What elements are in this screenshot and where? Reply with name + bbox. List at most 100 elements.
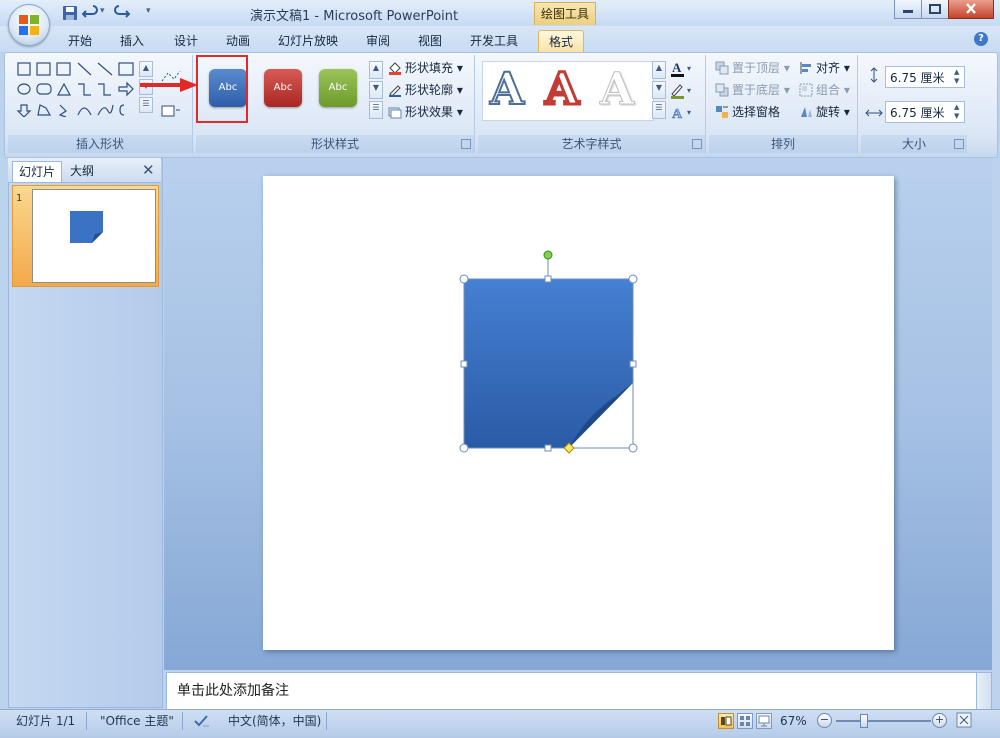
wordart-scroll-up[interactable]: ▲	[652, 61, 666, 79]
shape-styles-launcher-icon[interactable]	[461, 139, 471, 149]
tab-view[interactable]: 视图	[408, 30, 452, 52]
text-fill-icon[interactable]: A ▾	[670, 60, 696, 78]
align-button[interactable]: 对齐 ▾	[799, 59, 850, 77]
send-to-back-button[interactable]: 置于底层 ▾	[715, 81, 790, 99]
tab-insert[interactable]: 插入	[110, 30, 154, 52]
paint-bucket-icon	[389, 62, 401, 75]
wordart-style-outline[interactable]: A	[489, 63, 525, 116]
close-pane-icon[interactable]: ✕	[142, 161, 155, 179]
tab-outline[interactable]: 大纲	[64, 161, 100, 181]
status-divider	[86, 712, 87, 730]
shape-outline-button[interactable]: 形状轮廓 ▾	[388, 81, 463, 99]
help-icon[interactable]: ?	[974, 32, 988, 46]
resize-handle-right	[629, 360, 637, 368]
shapes-gallery[interactable]	[16, 61, 151, 117]
insert-shapes-label: 插入形状	[8, 135, 192, 153]
triangle-shape-icon	[56, 82, 72, 96]
restore-icon	[929, 4, 941, 14]
draw-textbox-icon[interactable]	[160, 103, 182, 119]
shape-width-field[interactable]: 6.75 厘米 ▲ ▼	[885, 101, 965, 123]
width-spin-up-icon[interactable]: ▲	[954, 103, 962, 111]
group-label: 组合	[816, 83, 841, 97]
language-indicator[interactable]: 中文(简体，中国)	[228, 713, 321, 729]
spell-check-icon[interactable]	[193, 713, 211, 729]
undo-icon[interactable]	[82, 5, 98, 21]
office-button[interactable]	[8, 4, 50, 46]
zoom-slider-track[interactable]	[836, 720, 931, 722]
shape-fill-button[interactable]: 形状填充 ▾	[388, 59, 463, 77]
slideshow-view-button[interactable]	[756, 713, 772, 729]
zoom-slider-thumb[interactable]	[860, 714, 868, 728]
vertical-textbox-shape-icon	[56, 62, 71, 76]
close-button[interactable]	[948, 0, 994, 19]
shape-style-red[interactable]: Abc	[264, 69, 302, 107]
fit-to-window-icon[interactable]	[956, 712, 972, 728]
rotate-button[interactable]: 旋转 ▾	[799, 103, 850, 121]
tab-developer[interactable]: 开发工具	[460, 30, 528, 52]
maximize-button[interactable]	[921, 0, 949, 19]
shape-height-field[interactable]: 6.75 厘米 ▲ ▼	[885, 66, 965, 88]
zoom-out-button[interactable]: −	[817, 713, 832, 728]
textbox-shape-icon	[36, 62, 51, 76]
wordart-more[interactable]: ☰	[652, 101, 666, 119]
styles-scroll-up[interactable]: ▲	[369, 61, 383, 79]
scribble-shape-icon	[58, 104, 67, 117]
shape-styles-label: 形状样式	[196, 135, 474, 153]
line-shape-icon	[77, 62, 92, 76]
shapes-scroll-up[interactable]: ▲	[139, 61, 153, 77]
styles-scroll-down[interactable]: ▼	[369, 81, 383, 99]
zoom-in-button[interactable]: +	[932, 713, 947, 728]
wordart-style-white[interactable]: A	[599, 64, 634, 116]
width-spin-down-icon[interactable]: ▼	[954, 112, 962, 120]
right-arrow-shape-icon	[118, 81, 134, 97]
shape-effects-button[interactable]: 形状效果 ▾	[388, 103, 463, 121]
height-spin-up-icon[interactable]: ▲	[954, 68, 962, 76]
text-outline-icon[interactable]: ▾	[670, 82, 696, 100]
shape-width-icon	[865, 109, 883, 117]
zoom-level[interactable]: 67%	[780, 713, 807, 729]
wordart-scroll-down[interactable]: ▼	[652, 81, 666, 99]
tab-home[interactable]: 开始	[58, 30, 102, 52]
oval-shape-icon	[17, 83, 31, 95]
shape-effects-label: 形状效果	[405, 105, 454, 119]
notes-scrollbar[interactable]	[976, 672, 992, 710]
text-effects-icon[interactable]: A ▾	[670, 104, 696, 122]
bring-to-front-button[interactable]: 置于顶层 ▾	[715, 59, 790, 77]
shapes-more[interactable]: ☰	[139, 97, 153, 113]
customize-qat-icon[interactable]: ▾	[146, 6, 151, 16]
undo-dropdown-icon[interactable]: ▾	[100, 6, 105, 16]
resize-handle-tl	[459, 274, 469, 284]
tab-format[interactable]: 格式	[538, 30, 585, 53]
rounded-rect-shape-icon	[36, 83, 52, 95]
save-icon[interactable]	[62, 5, 78, 21]
notes-placeholder[interactable]: 单击此处添加备注	[177, 680, 289, 700]
wordart-style-red[interactable]: A	[543, 63, 580, 117]
slide-sorter-button[interactable]	[737, 713, 753, 729]
selection-pane-button[interactable]: 选择窗格	[715, 103, 780, 121]
tab-slides[interactable]: 幻灯片	[12, 161, 63, 182]
normal-view-icon	[721, 716, 732, 726]
tab-design[interactable]: 设计	[164, 30, 208, 52]
pen-outline-icon	[389, 85, 401, 97]
slideshow-icon	[758, 715, 770, 727]
normal-view-button[interactable]	[718, 713, 734, 729]
resize-handle-bl	[459, 443, 469, 453]
resize-handle-br	[628, 443, 638, 453]
tab-review[interactable]: 审阅	[356, 30, 400, 52]
height-spin-down-icon[interactable]: ▼	[954, 77, 962, 85]
wordart-styles-label: 艺术字样式	[478, 135, 705, 153]
wordart-launcher-icon[interactable]	[692, 139, 702, 149]
slide-thumbnail[interactable]	[32, 189, 156, 283]
group-button[interactable]: 组合 ▾	[799, 81, 850, 99]
resize-handle-bottom	[544, 444, 552, 452]
arrange-label: 排列	[709, 135, 857, 153]
redo-icon[interactable]	[114, 5, 130, 21]
size-launcher-icon[interactable]	[954, 139, 964, 149]
tab-slideshow[interactable]: 幻灯片放映	[268, 30, 348, 52]
styles-more[interactable]: ☰	[369, 101, 383, 119]
folded-corner-shape[interactable]	[456, 246, 644, 458]
tab-animation[interactable]: 动画	[216, 30, 260, 52]
slide-counter: 幻灯片 1/1	[16, 714, 76, 728]
minimize-button[interactable]	[894, 0, 922, 19]
shape-style-green[interactable]: Abc	[319, 69, 357, 107]
